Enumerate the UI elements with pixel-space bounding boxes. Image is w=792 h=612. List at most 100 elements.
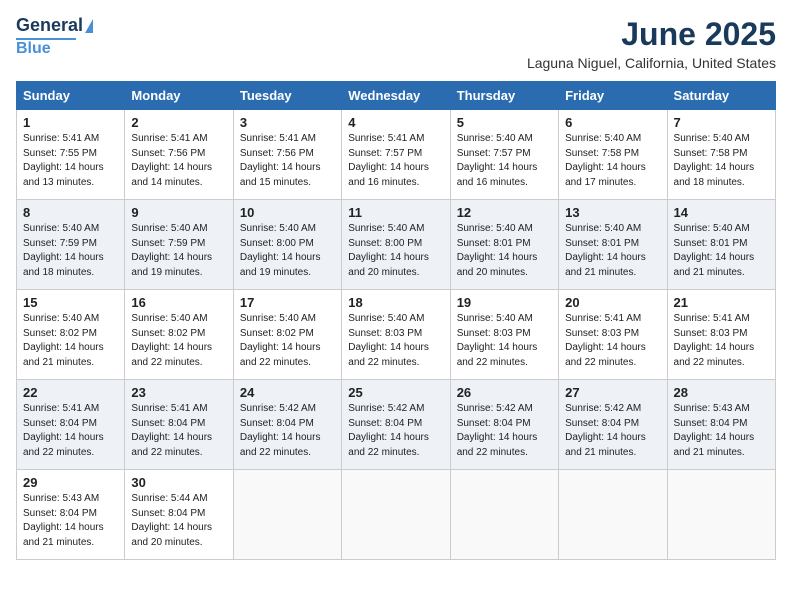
day-number: 21 <box>674 295 769 310</box>
day-info: Sunrise: 5:42 AM Sunset: 8:04 PM Dayligh… <box>240 402 335 460</box>
day-number: 5 <box>457 115 552 130</box>
weekday-header-tuesday: Tuesday <box>233 82 341 110</box>
weekday-header-thursday: Thursday <box>450 82 558 110</box>
day-info: Sunrise: 5:44 AM Sunset: 8:04 PM Dayligh… <box>131 492 226 550</box>
weekday-header-saturday: Saturday <box>667 82 775 110</box>
day-number: 10 <box>240 205 335 220</box>
day-number: 27 <box>565 385 660 400</box>
day-info: Sunrise: 5:41 AM Sunset: 8:03 PM Dayligh… <box>565 312 660 370</box>
day-info: Sunrise: 5:40 AM Sunset: 8:01 PM Dayligh… <box>674 222 769 280</box>
weekday-header-friday: Friday <box>559 82 667 110</box>
logo: General Blue <box>16 16 93 57</box>
day-number: 24 <box>240 385 335 400</box>
day-number: 9 <box>131 205 226 220</box>
day-info: Sunrise: 5:40 AM Sunset: 7:59 PM Dayligh… <box>131 222 226 280</box>
day-number: 17 <box>240 295 335 310</box>
day-number: 16 <box>131 295 226 310</box>
calendar-week-row: 22 Sunrise: 5:41 AM Sunset: 8:04 PM Dayli… <box>17 380 776 470</box>
title-area: June 2025 Laguna Niguel, California, Uni… <box>527 16 776 71</box>
calendar-day-cell: 29Sunrise: 5:43 AM Sunset: 8:04 PM Dayli… <box>17 470 125 560</box>
calendar-day-cell: 1 Sunrise: 5:41 AM Sunset: 7:55 PM Daylig… <box>17 110 125 200</box>
day-number: 3 <box>240 115 335 130</box>
day-info: Sunrise: 5:41 AM Sunset: 7:56 PM Dayligh… <box>240 132 335 190</box>
empty-cell <box>450 470 558 560</box>
location-title: Laguna Niguel, California, United States <box>527 55 776 71</box>
day-info: Sunrise: 5:43 AM Sunset: 8:04 PM Dayligh… <box>23 492 118 550</box>
calendar-week-row: 29Sunrise: 5:43 AM Sunset: 8:04 PM Dayli… <box>17 470 776 560</box>
calendar-day-cell: 24 Sunrise: 5:42 AM Sunset: 8:04 PM Dayli… <box>233 380 341 470</box>
weekday-header-row: SundayMondayTuesdayWednesdayThursdayFrid… <box>17 82 776 110</box>
day-number: 14 <box>674 205 769 220</box>
day-number: 19 <box>457 295 552 310</box>
day-info: Sunrise: 5:40 AM Sunset: 8:00 PM Dayligh… <box>348 222 443 280</box>
calendar-day-cell: 26 Sunrise: 5:42 AM Sunset: 8:04 PM Dayli… <box>450 380 558 470</box>
day-number: 22 <box>23 385 118 400</box>
calendar-day-cell: 7 Sunrise: 5:40 AM Sunset: 7:58 PM Daylig… <box>667 110 775 200</box>
day-number: 26 <box>457 385 552 400</box>
day-number: 11 <box>348 205 443 220</box>
calendar-week-row: 15 Sunrise: 5:40 AM Sunset: 8:02 PM Dayli… <box>17 290 776 380</box>
day-number: 25 <box>348 385 443 400</box>
day-info: Sunrise: 5:40 AM Sunset: 8:02 PM Dayligh… <box>23 312 118 370</box>
day-number: 28 <box>674 385 769 400</box>
day-number: 18 <box>348 295 443 310</box>
weekday-header-monday: Monday <box>125 82 233 110</box>
day-number: 6 <box>565 115 660 130</box>
day-info: Sunrise: 5:41 AM Sunset: 7:55 PM Dayligh… <box>23 132 118 190</box>
day-info: Sunrise: 5:41 AM Sunset: 8:03 PM Dayligh… <box>674 312 769 370</box>
day-number: 15 <box>23 295 118 310</box>
day-number: 7 <box>674 115 769 130</box>
calendar-day-cell: 25Sunrise: 5:42 AM Sunset: 8:04 PM Dayli… <box>342 380 450 470</box>
calendar-day-cell: 15 Sunrise: 5:40 AM Sunset: 8:02 PM Dayli… <box>17 290 125 380</box>
day-info: Sunrise: 5:41 AM Sunset: 8:04 PM Dayligh… <box>131 402 226 460</box>
logo-text-blue: Blue <box>16 40 51 58</box>
day-info: Sunrise: 5:41 AM Sunset: 7:56 PM Dayligh… <box>131 132 226 190</box>
calendar-day-cell: 3 Sunrise: 5:41 AM Sunset: 7:56 PM Daylig… <box>233 110 341 200</box>
empty-cell <box>342 470 450 560</box>
month-title: June 2025 <box>527 16 776 53</box>
calendar-week-row: 1 Sunrise: 5:41 AM Sunset: 7:55 PM Daylig… <box>17 110 776 200</box>
calendar-day-cell: 4Sunrise: 5:41 AM Sunset: 7:57 PM Daylig… <box>342 110 450 200</box>
day-info: Sunrise: 5:40 AM Sunset: 7:58 PM Dayligh… <box>674 132 769 190</box>
calendar-day-cell: 9 Sunrise: 5:40 AM Sunset: 7:59 PM Daylig… <box>125 200 233 290</box>
logo-text-general: General <box>16 16 83 36</box>
empty-cell <box>667 470 775 560</box>
day-info: Sunrise: 5:40 AM Sunset: 7:57 PM Dayligh… <box>457 132 552 190</box>
calendar-day-cell: 22Sunrise: 5:41 AM Sunset: 8:04 PM Dayli… <box>17 380 125 470</box>
weekday-header-wednesday: Wednesday <box>342 82 450 110</box>
day-number: 2 <box>131 115 226 130</box>
day-info: Sunrise: 5:40 AM Sunset: 8:02 PM Dayligh… <box>240 312 335 370</box>
empty-cell <box>233 470 341 560</box>
day-info: Sunrise: 5:40 AM Sunset: 8:00 PM Dayligh… <box>240 222 335 280</box>
calendar-day-cell: 16 Sunrise: 5:40 AM Sunset: 8:02 PM Dayli… <box>125 290 233 380</box>
calendar-day-cell: 13Sunrise: 5:40 AM Sunset: 8:01 PM Dayli… <box>559 200 667 290</box>
calendar-day-cell: 20 Sunrise: 5:41 AM Sunset: 8:03 PM Dayli… <box>559 290 667 380</box>
calendar-day-cell: 28 Sunrise: 5:43 AM Sunset: 8:04 PM Dayli… <box>667 380 775 470</box>
calendar-day-cell: 10 Sunrise: 5:40 AM Sunset: 8:00 PM Dayli… <box>233 200 341 290</box>
calendar-day-cell: 17 Sunrise: 5:40 AM Sunset: 8:02 PM Dayli… <box>233 290 341 380</box>
calendar-day-cell: 19Sunrise: 5:40 AM Sunset: 8:03 PM Dayli… <box>450 290 558 380</box>
calendar-day-cell: 6Sunrise: 5:40 AM Sunset: 7:58 PM Daylig… <box>559 110 667 200</box>
day-info: Sunrise: 5:40 AM Sunset: 7:59 PM Dayligh… <box>23 222 118 280</box>
day-number: 23 <box>131 385 226 400</box>
day-number: 1 <box>23 115 118 130</box>
calendar-week-row: 8 Sunrise: 5:40 AM Sunset: 7:59 PM Daylig… <box>17 200 776 290</box>
calendar-day-cell: 8 Sunrise: 5:40 AM Sunset: 7:59 PM Daylig… <box>17 200 125 290</box>
calendar-day-cell: 5 Sunrise: 5:40 AM Sunset: 7:57 PM Daylig… <box>450 110 558 200</box>
calendar-table: SundayMondayTuesdayWednesdayThursdayFrid… <box>16 81 776 560</box>
day-info: Sunrise: 5:40 AM Sunset: 8:02 PM Dayligh… <box>131 312 226 370</box>
calendar-day-cell: 18 Sunrise: 5:40 AM Sunset: 8:03 PM Dayli… <box>342 290 450 380</box>
calendar-day-cell: 14 Sunrise: 5:40 AM Sunset: 8:01 PM Dayli… <box>667 200 775 290</box>
day-info: Sunrise: 5:40 AM Sunset: 8:03 PM Dayligh… <box>348 312 443 370</box>
day-info: Sunrise: 5:43 AM Sunset: 8:04 PM Dayligh… <box>674 402 769 460</box>
calendar-day-cell: 2 Sunrise: 5:41 AM Sunset: 7:56 PM Daylig… <box>125 110 233 200</box>
logo-triangle-icon <box>85 19 93 33</box>
calendar-day-cell: 11 Sunrise: 5:40 AM Sunset: 8:00 PM Dayli… <box>342 200 450 290</box>
day-info: Sunrise: 5:40 AM Sunset: 8:01 PM Dayligh… <box>565 222 660 280</box>
day-info: Sunrise: 5:42 AM Sunset: 8:04 PM Dayligh… <box>457 402 552 460</box>
day-info: Sunrise: 5:40 AM Sunset: 8:01 PM Dayligh… <box>457 222 552 280</box>
day-number: 20 <box>565 295 660 310</box>
day-number: 30 <box>131 475 226 490</box>
weekday-header-sunday: Sunday <box>17 82 125 110</box>
day-number: 8 <box>23 205 118 220</box>
